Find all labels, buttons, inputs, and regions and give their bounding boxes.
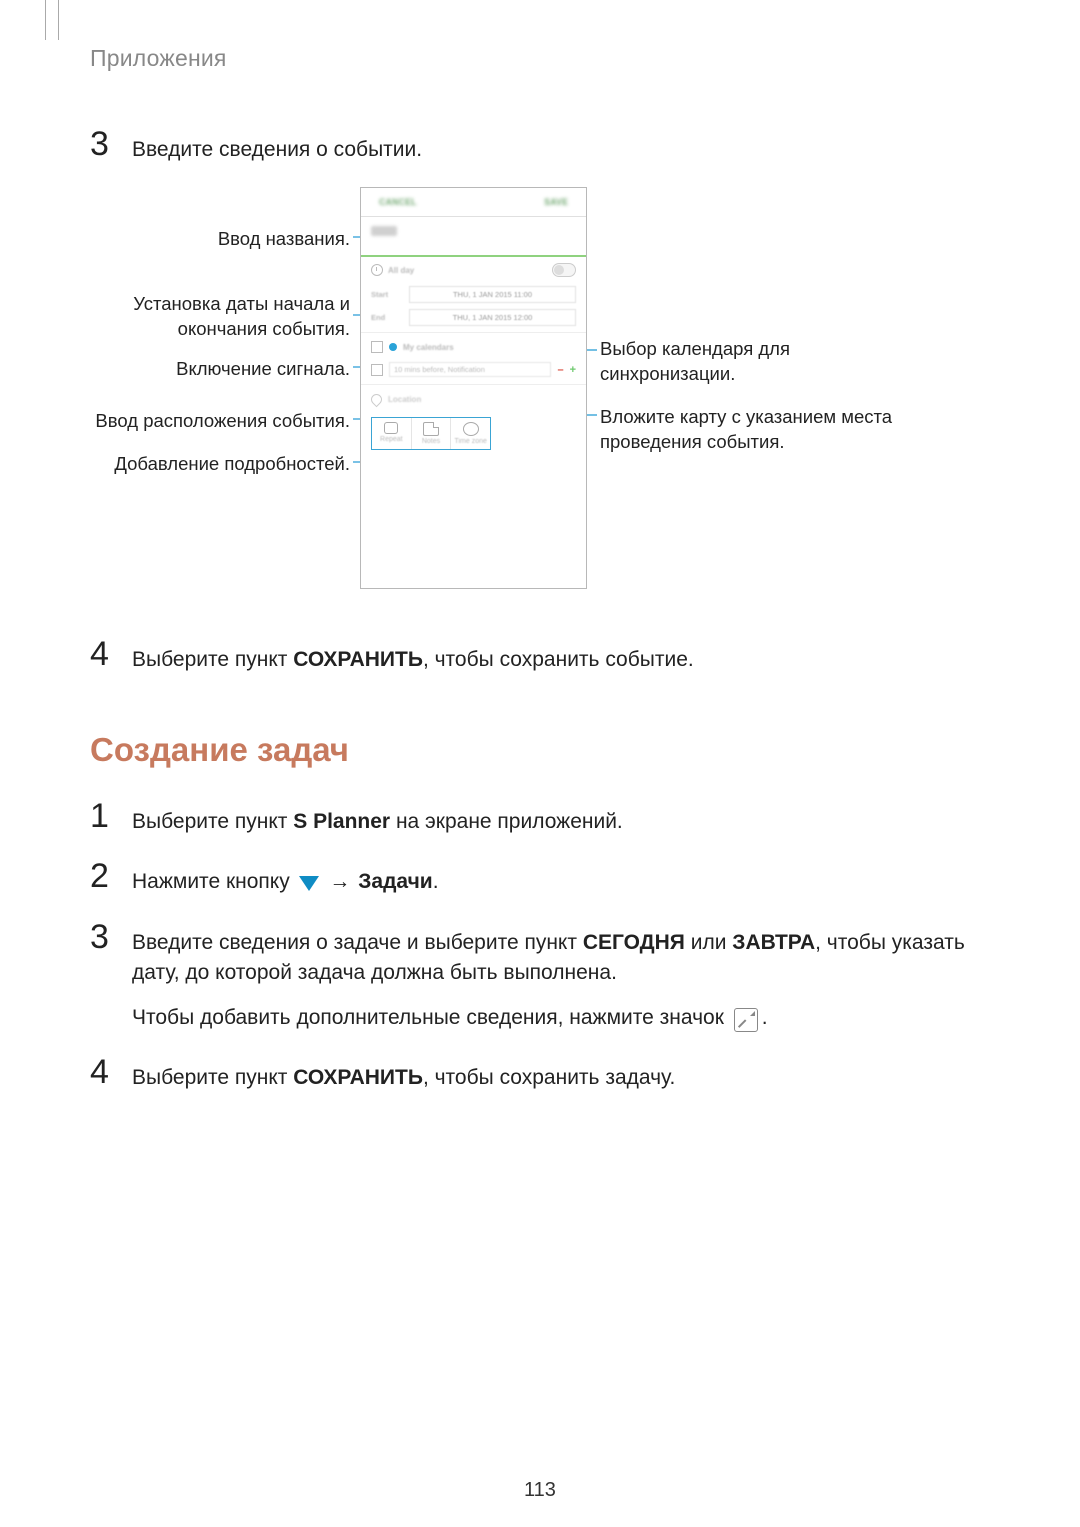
calendar-color-dot: [389, 343, 397, 351]
section2-step3: 3 Введите сведения о задаче и выберите п…: [90, 920, 990, 1033]
calendar-icon: [371, 341, 383, 353]
allday-toggle: [552, 263, 576, 277]
timezone-icon: [463, 422, 479, 436]
callout-dates: Установка даты начала и окончания событи…: [90, 292, 350, 342]
step-number: 4: [90, 1055, 132, 1089]
step-number: 4: [90, 637, 132, 671]
repeat-tab: Repeat: [372, 418, 412, 449]
cancel-button-label: CANCEL: [379, 197, 417, 207]
clock-icon: [371, 264, 383, 276]
section2-step1: 1 Выберите пункт S Planner на экране при…: [90, 799, 990, 837]
callout-location: Ввод расположения события.: [95, 409, 350, 434]
phone-mockup: CANCEL SAVE All day Start THU, 1 JAN 201…: [360, 187, 587, 589]
phone-header: CANCEL SAVE: [361, 188, 586, 217]
step-text: Введите сведения о событии.: [132, 127, 990, 165]
start-value: THU, 1 JAN 2015 11:00: [409, 286, 576, 303]
step-number: 3: [90, 127, 132, 161]
notification-icon: [371, 364, 383, 376]
section-heading-tasks: Создание задач: [90, 731, 990, 769]
arrow-right-icon: →: [329, 870, 350, 893]
step-text: Выберите пункт СОХРАНИТЬ, чтобы сохранит…: [132, 637, 990, 675]
page-number: 113: [0, 1479, 1080, 1502]
notification-value: 10 mins before, Notification: [389, 362, 551, 377]
phone-calendar-row: My calendars: [361, 336, 586, 358]
calendar-label: My calendars: [403, 343, 454, 352]
event-editor-diagram: Ввод названия. Установка даты начала и о…: [90, 187, 990, 607]
repeat-icon: [384, 422, 398, 434]
expand-details-icon: [734, 1008, 758, 1032]
section1-step4: 4 Выберите пункт СОХРАНИТЬ, чтобы сохран…: [90, 637, 990, 675]
phone-detail-tabs: Repeat Notes Time zone: [371, 417, 491, 450]
notes-icon: [423, 422, 439, 436]
remove-notification-icon: –: [557, 364, 563, 376]
save-button-label: SAVE: [544, 197, 568, 207]
notes-tab: Notes: [412, 418, 452, 449]
step-number: 3: [90, 920, 132, 954]
phone-location-row: Location: [361, 388, 586, 411]
step-text: Выберите пункт S Planner на экране прило…: [132, 799, 990, 837]
allday-label: All day: [388, 266, 414, 275]
timezone-tab: Time zone: [451, 418, 490, 449]
section1-step3: 3 Введите сведения о событии.: [90, 127, 990, 165]
callout-map: Вложите карту с указанием места проведен…: [600, 405, 920, 455]
start-label: Start: [371, 290, 401, 299]
dropdown-triangle-icon: [299, 876, 319, 891]
callout-title: Ввод названия.: [218, 227, 350, 252]
section2-step4: 4 Выберите пункт СОХРАНИТЬ, чтобы сохран…: [90, 1055, 990, 1093]
step-text: Нажмите кнопку → Задачи.: [132, 859, 990, 897]
page-tab-marker: [45, 0, 59, 40]
location-label: Location: [388, 395, 421, 404]
location-icon: [369, 392, 385, 408]
step-text: Выберите пункт СОХРАНИТЬ, чтобы сохранит…: [132, 1055, 990, 1093]
title-placeholder: [371, 226, 397, 236]
phone-title-field: [361, 217, 586, 257]
step-number: 1: [90, 799, 132, 833]
phone-end-row: End THU, 1 JAN 2015 12:00: [361, 306, 586, 329]
add-notification-icon: +: [570, 364, 576, 376]
end-value: THU, 1 JAN 2015 12:00: [409, 309, 576, 326]
callout-details: Добавление подробностей.: [114, 452, 350, 477]
end-label: End: [371, 313, 401, 322]
callout-calendar: Выбор календаря для синхронизации.: [600, 337, 850, 387]
callout-alarm: Включение сигнала.: [176, 357, 350, 382]
phone-start-row: Start THU, 1 JAN 2015 11:00: [361, 283, 586, 306]
section2-step2: 2 Нажмите кнопку → Задачи.: [90, 859, 990, 897]
step-text: Введите сведения о задаче и выберите пун…: [132, 920, 990, 1033]
breadcrumb: Приложения: [90, 45, 990, 72]
step-number: 2: [90, 859, 132, 893]
phone-notification-row: 10 mins before, Notification – +: [361, 358, 586, 381]
phone-allday-row: All day: [361, 257, 586, 283]
